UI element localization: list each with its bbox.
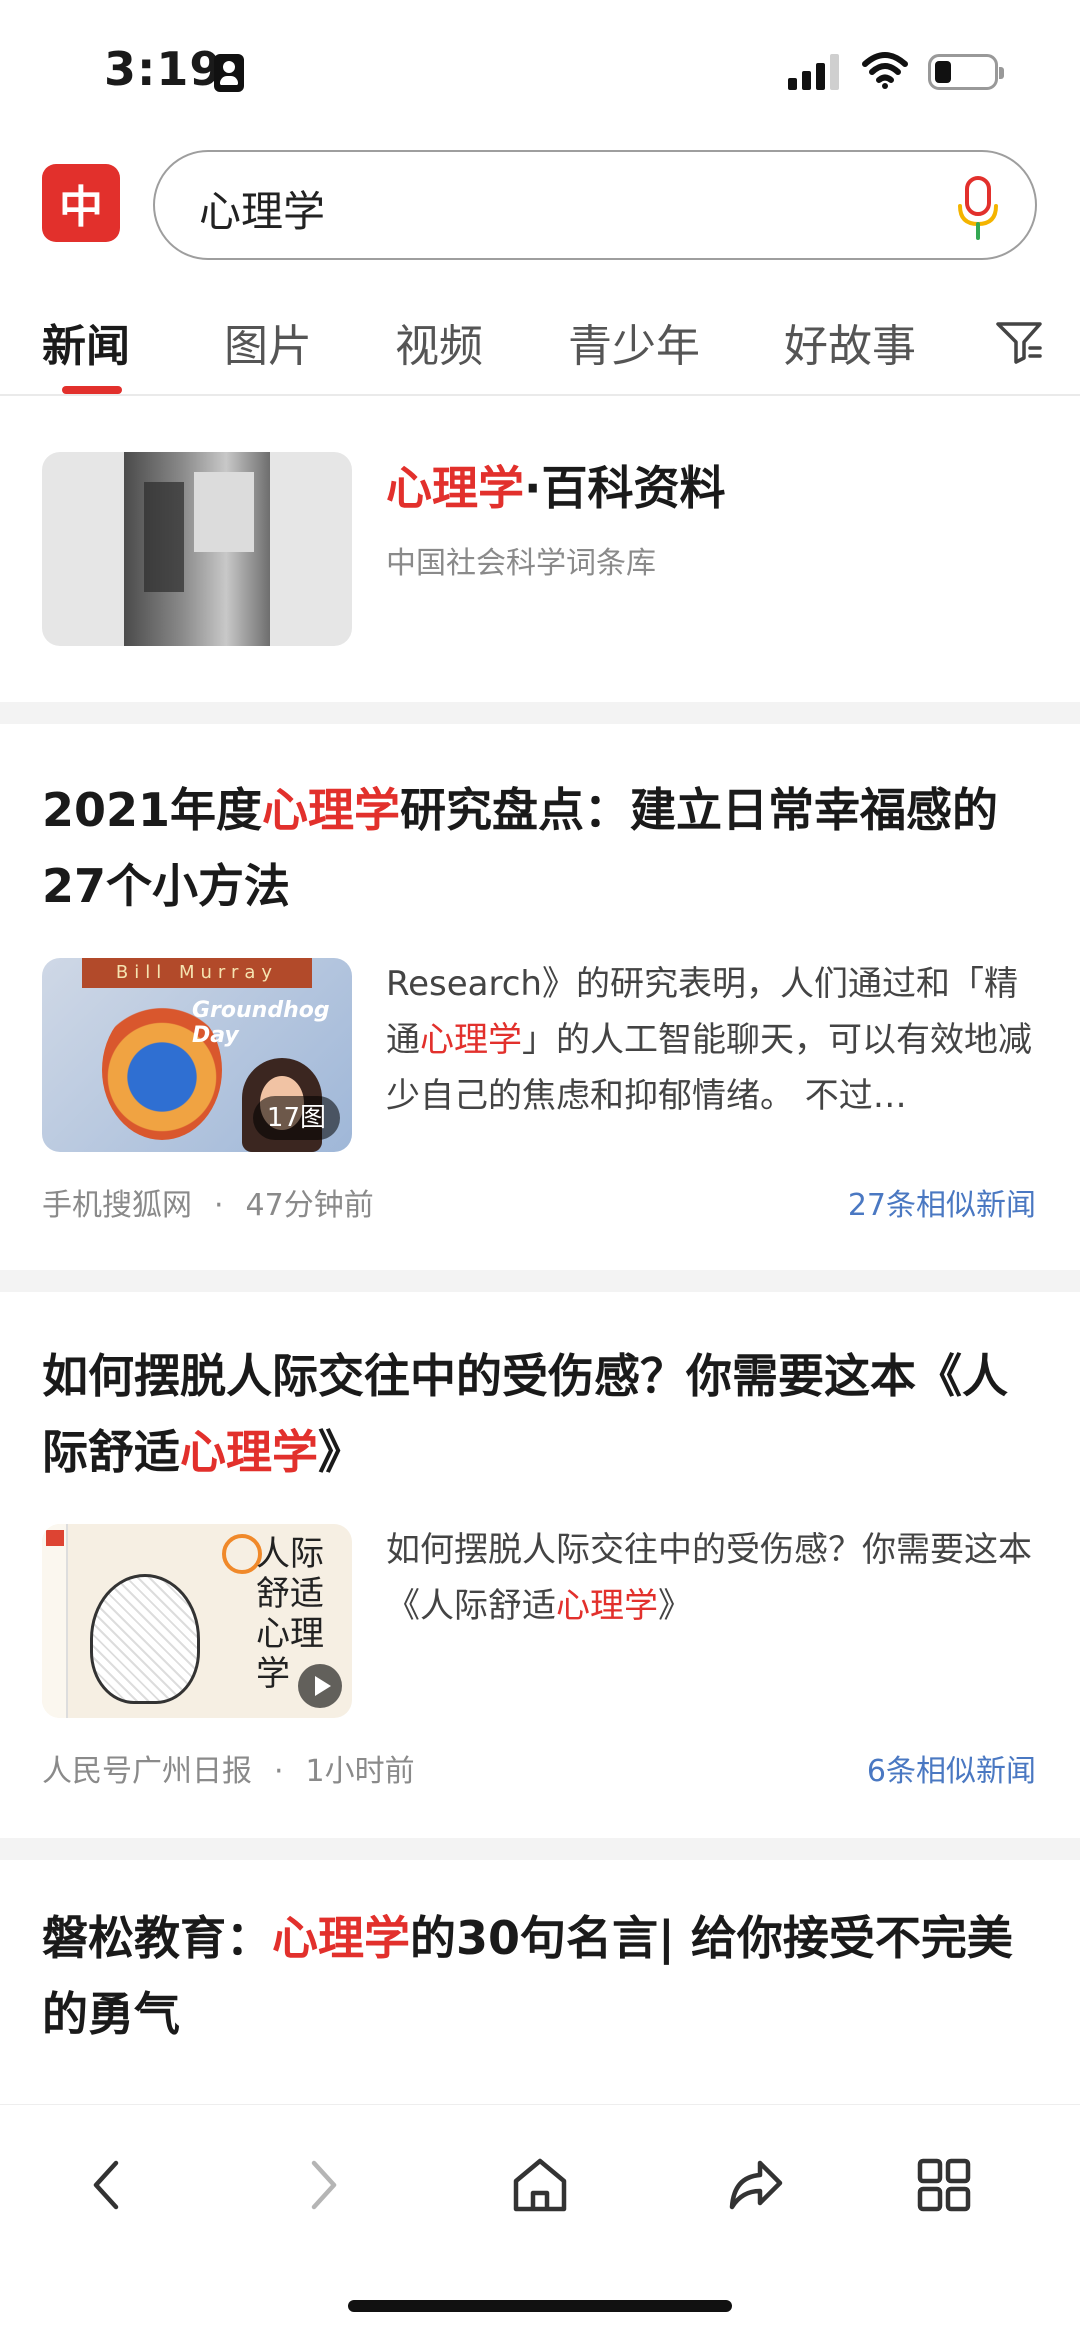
similar-news-link[interactable]: 27条相似新闻 bbox=[848, 1180, 1036, 1224]
news-time: 1小时前 bbox=[305, 1754, 415, 1789]
play-icon[interactable] bbox=[298, 1664, 342, 1708]
news-thumbnail[interactable]: 人际舒适心理学 bbox=[42, 1524, 352, 1718]
app-logo[interactable]: 中 bbox=[42, 164, 120, 242]
status-time: 3:19 bbox=[104, 42, 223, 96]
encyclopedia-photo bbox=[124, 452, 270, 646]
active-tab-indicator bbox=[62, 386, 122, 394]
forward-icon[interactable] bbox=[282, 2145, 362, 2225]
news-thumbnail[interactable]: Bill Murray Groundhog Day 17图 bbox=[42, 958, 352, 1152]
microphone-icon[interactable] bbox=[955, 176, 1001, 240]
news-source: 手机搜狐网 bbox=[42, 1188, 192, 1223]
news-snippet[interactable]: Research》的研究表明，人们通过和「精通心理学」的人工智能聊天，可以有效地… bbox=[386, 956, 1042, 1124]
tab-youth[interactable]: 青少年 bbox=[568, 310, 700, 374]
encyclopedia-title-highlight: 心理学 bbox=[386, 461, 524, 515]
news-title-text: 》 bbox=[318, 1425, 364, 1479]
thumbnail-title: Groundhog Day bbox=[192, 998, 330, 1048]
home-indicator[interactable] bbox=[348, 2300, 732, 2312]
search-input[interactable]: 心理学 bbox=[153, 150, 1037, 260]
encyclopedia-thumbnail[interactable] bbox=[42, 452, 352, 646]
news-title[interactable]: 如何摆脱人际交往中的受伤感？你需要这本《人际舒适心理学》 bbox=[42, 1338, 1042, 1490]
news-title-highlight: 心理学 bbox=[272, 1911, 410, 1965]
encyclopedia-title[interactable]: 心理学·百科资料 bbox=[386, 452, 725, 518]
news-time: 47分钟前 bbox=[245, 1188, 374, 1223]
section-divider bbox=[0, 702, 1080, 724]
news-meta: 人民号广州日报 · 1小时前 bbox=[42, 1746, 415, 1790]
tabs-grid-icon[interactable] bbox=[904, 2145, 984, 2225]
tab-news[interactable]: 新闻 bbox=[42, 310, 130, 374]
search-query-text[interactable]: 心理学 bbox=[199, 178, 325, 239]
encyclopedia-source: 中国社会科学词条库 bbox=[386, 546, 656, 581]
wifi-icon bbox=[862, 52, 908, 89]
news-source: 人民号广州日报 bbox=[42, 1754, 252, 1789]
image-count-badge: 17图 bbox=[252, 1096, 340, 1140]
news-title-text: 2021年度 bbox=[42, 783, 263, 837]
news-title-highlight: 心理学 bbox=[262, 783, 401, 837]
battery-icon bbox=[928, 54, 1004, 90]
section-divider bbox=[0, 1838, 1080, 1860]
share-icon[interactable] bbox=[716, 2145, 796, 2225]
tab-videos[interactable]: 视频 bbox=[395, 310, 483, 374]
book-spine bbox=[42, 1524, 68, 1718]
news-title-text: 磐松教育： bbox=[42, 1911, 272, 1965]
news-title-highlight: 心理学 bbox=[180, 1425, 318, 1479]
news-snippet[interactable]: 如何摆脱人际交往中的受伤感？你需要这本《人际舒适心理学》 bbox=[386, 1522, 1042, 1634]
battery-level bbox=[935, 61, 951, 83]
home-icon[interactable] bbox=[500, 2145, 580, 2225]
tab-images[interactable]: 图片 bbox=[224, 310, 312, 374]
snippet-highlight: 心理学 bbox=[420, 1020, 522, 1060]
thumbnail-banner: Bill Murray bbox=[82, 958, 312, 988]
similar-news-link[interactable]: 6条相似新闻 bbox=[867, 1746, 1036, 1790]
status-bar: 3:19 bbox=[0, 0, 1080, 140]
face-illustration bbox=[90, 1574, 200, 1704]
snippet-text: 》 bbox=[658, 1586, 692, 1626]
section-divider bbox=[0, 1270, 1080, 1292]
category-tabs: 新闻 图片 视频 青少年 好故事 bbox=[0, 300, 1080, 396]
snippet-text: 如何摆脱人际交往中的受伤感？你需要这本《人际舒适 bbox=[386, 1530, 1032, 1626]
cellular-signal-icon bbox=[788, 54, 840, 90]
snippet-highlight: 心理学 bbox=[556, 1586, 658, 1626]
back-icon[interactable] bbox=[68, 2145, 148, 2225]
news-meta: 手机搜狐网 · 47分钟前 bbox=[42, 1180, 374, 1224]
news-title[interactable]: 2021年度心理学研究盘点：建立日常幸福感的27个小方法 bbox=[42, 772, 1042, 924]
encyclopedia-title-rest: ·百科资料 bbox=[524, 461, 726, 515]
meta-separator: · bbox=[214, 1188, 224, 1223]
tab-good-stories[interactable]: 好故事 bbox=[784, 310, 916, 374]
news-title[interactable]: 磐松教育：心理学的30句名言| 给你接受不完美的勇气 bbox=[42, 1900, 1042, 2052]
contact-card-icon bbox=[214, 54, 244, 92]
meta-separator: · bbox=[274, 1754, 284, 1789]
filter-icon[interactable] bbox=[994, 318, 1044, 366]
